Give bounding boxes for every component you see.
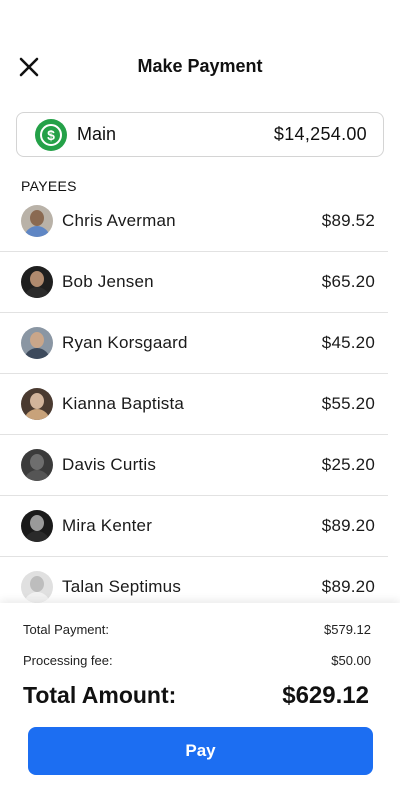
dollar-circle-icon: $: [35, 118, 67, 151]
payee-row[interactable]: Bob Jensen $65.20: [0, 252, 388, 313]
total-amount-value: $629.12: [282, 682, 369, 709]
processing-fee-label: Processing fee:: [23, 653, 113, 668]
total-payment-label: Total Payment:: [23, 622, 109, 637]
avatar: [21, 327, 53, 359]
total-amount-row: Total Amount: $629.12: [23, 682, 369, 710]
payee-amount: $89.20: [321, 577, 375, 596]
payee-name: Mira Kenter: [62, 516, 153, 535]
payee-amount: $89.20: [321, 516, 375, 535]
payee-row[interactable]: Davis Curtis $25.20: [0, 435, 388, 496]
payee-row[interactable]: Ryan Korsgaard $45.20: [0, 313, 388, 374]
page-title: Make Payment: [137, 56, 263, 76]
avatar: [21, 204, 53, 237]
payee-amount: $89.52: [321, 210, 375, 230]
processing-fee-value: $50.00: [331, 653, 371, 668]
payment-summary: Total Payment: $579.12 Processing fee: $…: [0, 603, 400, 800]
payee-row[interactable]: Kianna Baptista $55.20: [0, 374, 388, 435]
total-payment-row: Total Payment: $579.12: [23, 622, 371, 637]
payee-amount: $25.20: [321, 455, 375, 474]
avatar: [21, 571, 53, 603]
payee-name: Talan Septimus: [62, 577, 182, 596]
account-name: Main: [77, 124, 117, 144]
account-balance: $14,254.00: [273, 124, 367, 144]
payee-name: Davis Curtis: [62, 455, 157, 474]
processing-fee-row: Processing fee: $50.00: [23, 653, 371, 668]
header: Make Payment: [0, 0, 400, 112]
payee-name: Ryan Korsgaard: [62, 333, 188, 352]
avatar: [21, 388, 53, 420]
avatar: [21, 510, 53, 542]
payee-name: Kianna Baptista: [62, 394, 185, 413]
payee-row[interactable]: Chris Averman $89.52: [0, 190, 388, 252]
payee-amount: $45.20: [321, 333, 375, 352]
total-amount-label: Total Amount:: [23, 682, 177, 708]
payee-name: Bob Jensen: [62, 272, 154, 291]
payee-row[interactable]: Mira Kenter $89.20: [0, 496, 388, 557]
avatar: [21, 266, 53, 298]
payee-list: Chris Averman $89.52 Bob Jensen $65.20 R…: [0, 190, 400, 618]
pay-button[interactable]: Pay: [28, 727, 373, 775]
payee-name: Chris Averman: [62, 210, 176, 230]
avatar: [21, 449, 53, 481]
payee-amount: $65.20: [321, 272, 375, 291]
payee-amount: $55.20: [321, 394, 375, 413]
account-selector[interactable]: $ Main $14,254.00: [16, 112, 384, 157]
total-payment-value: $579.12: [324, 622, 371, 637]
